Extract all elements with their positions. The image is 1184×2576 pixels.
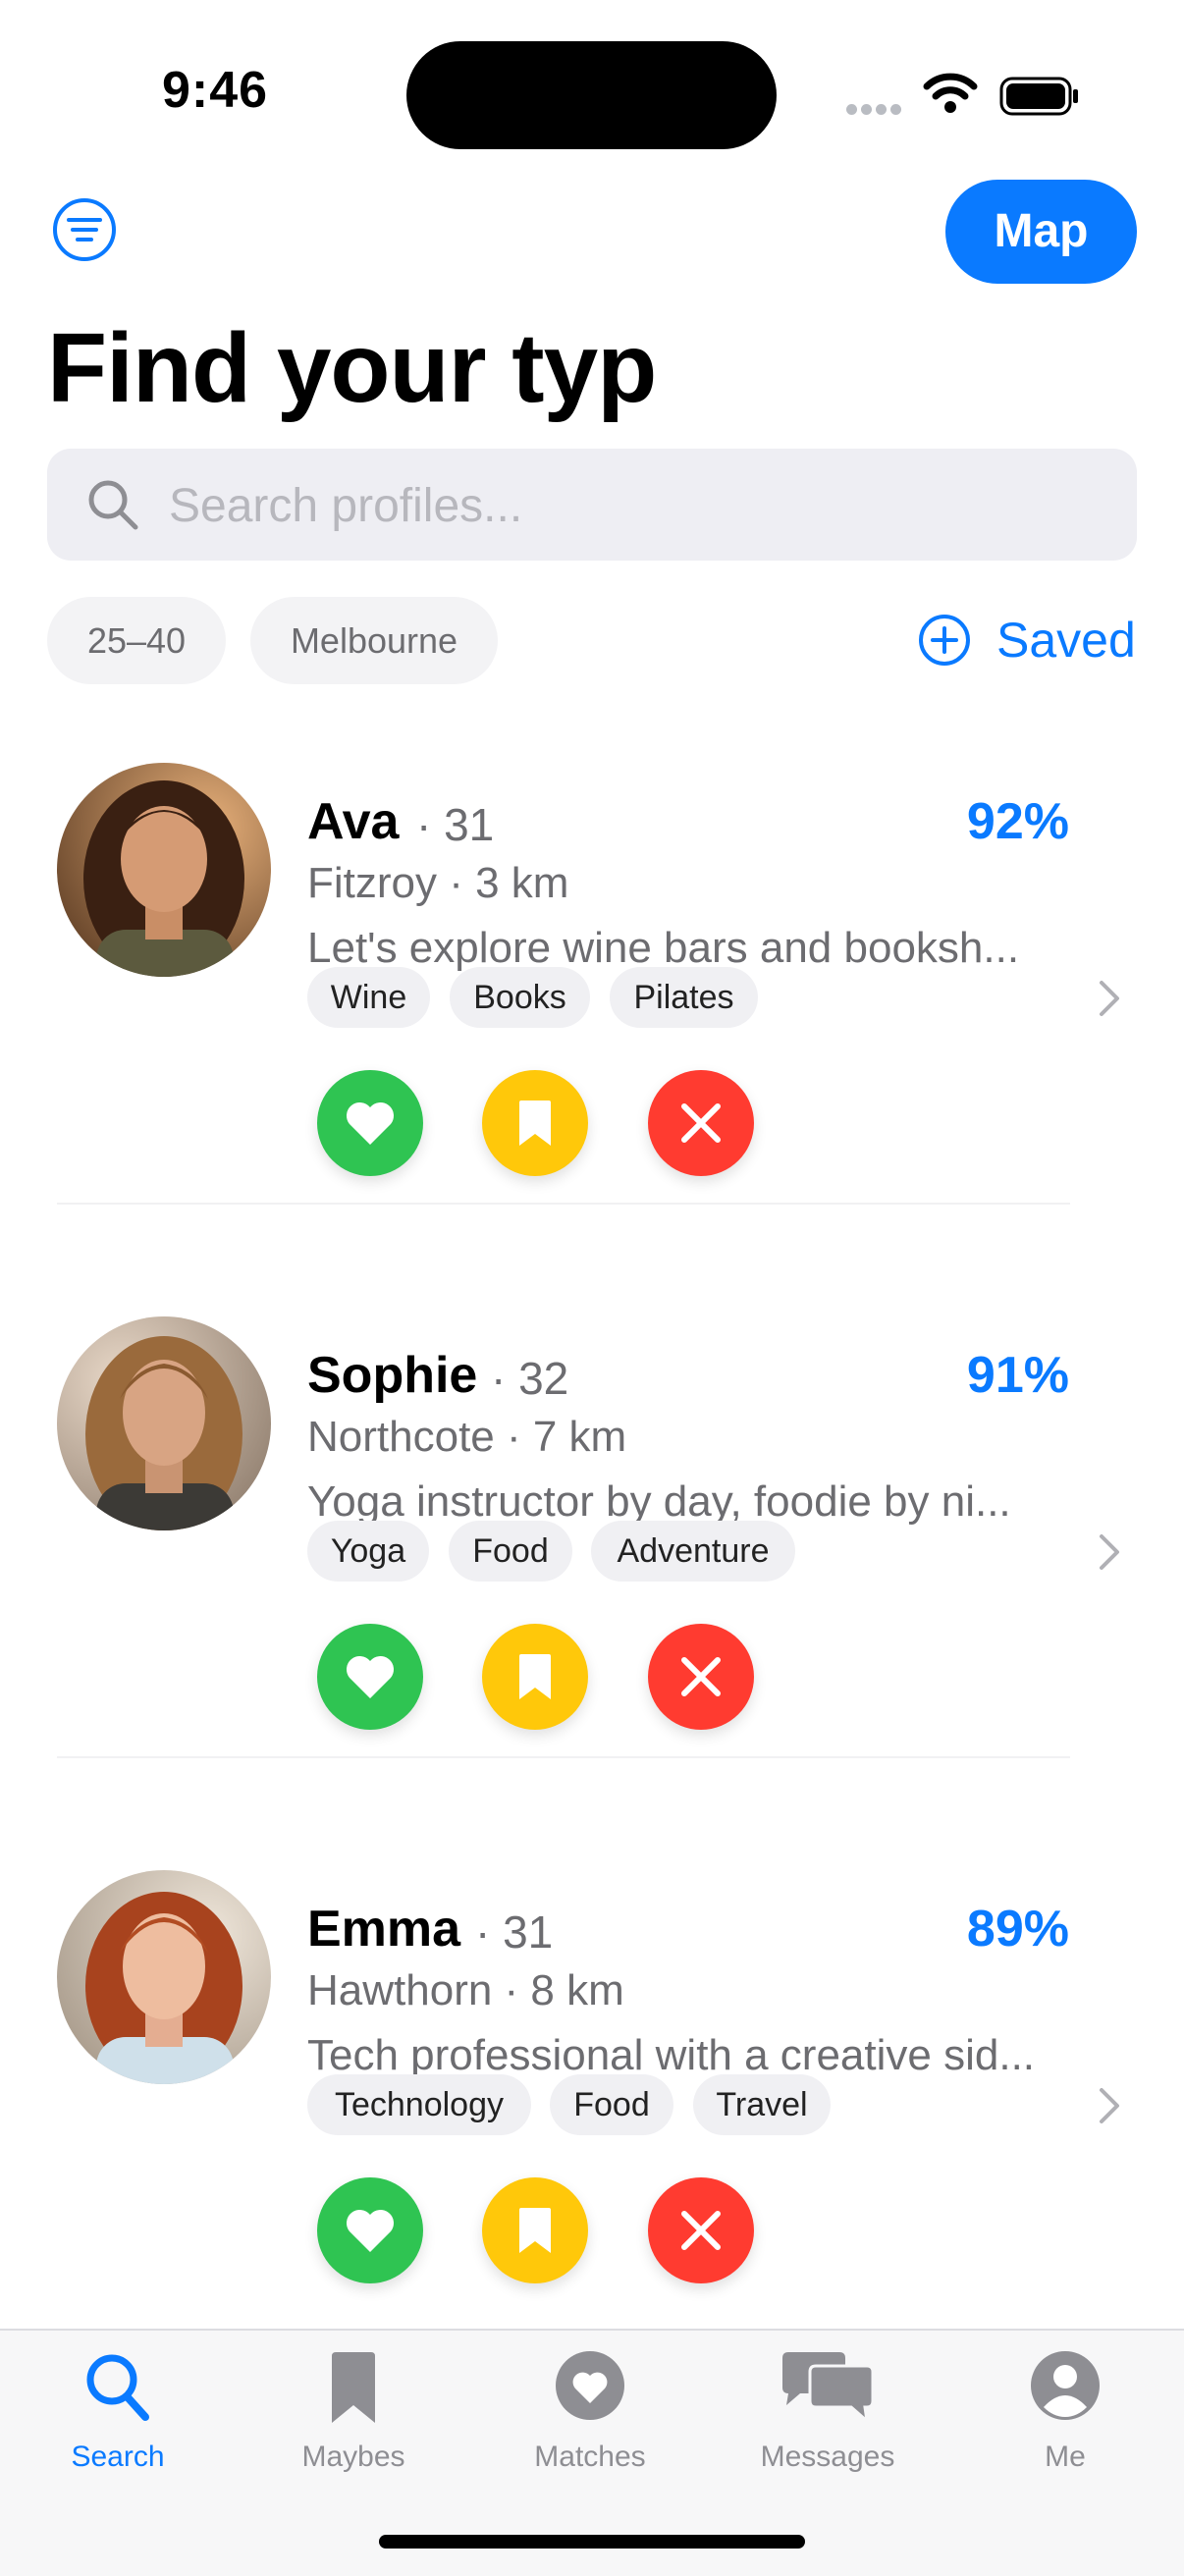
profile-name: Sophie (307, 1347, 478, 1404)
bookmark-icon (519, 1100, 551, 1146)
status-time: 9:46 (162, 62, 269, 119)
profile-age: · 31 (475, 1906, 554, 1958)
chat-bubbles-icon (782, 2352, 875, 2425)
wifi-icon (923, 73, 978, 113)
pass-button[interactable] (648, 1624, 754, 1730)
tab-label: Messages (760, 2441, 895, 2473)
heart-icon (346, 2209, 395, 2252)
match-percentage: 89% (966, 1901, 1069, 1958)
divider (57, 1756, 1070, 1758)
interest-tag: Food (550, 2074, 673, 2135)
heart-icon (556, 2351, 624, 2420)
profile-location: Fitzroy · 3 km (307, 859, 569, 907)
chevron-right-icon[interactable] (1098, 1532, 1121, 1572)
heart-icon (346, 1101, 395, 1145)
profile-card[interactable]: Ava · 31 92% Fitzroy · 3 km Let's explor… (0, 763, 1184, 1317)
interest-tag: Wine (307, 967, 430, 1028)
tab-matches[interactable]: Matches (472, 2331, 708, 2488)
location-filter[interactable]: Melbourne (250, 597, 498, 684)
home-indicator (379, 2535, 805, 2549)
heart-icon (346, 1655, 395, 1698)
map-button[interactable]: Map (945, 180, 1137, 284)
interest-tag: Technology (307, 2074, 531, 2135)
tab-maybes[interactable]: Maybes (236, 2331, 471, 2488)
chevron-right-icon[interactable] (1098, 2086, 1121, 2125)
filter-icon[interactable] (51, 196, 118, 263)
divider (57, 1203, 1070, 1205)
profile-location: Northcote · 7 km (307, 1413, 627, 1461)
like-button[interactable] (317, 1070, 423, 1176)
tab-label: Me (1045, 2441, 1086, 2473)
like-button[interactable] (317, 2177, 423, 2283)
pass-button[interactable] (648, 1070, 754, 1176)
person-icon (1031, 2351, 1100, 2420)
search-icon (86, 2354, 149, 2421)
avatar (57, 1870, 271, 2084)
interest-tag: Travel (693, 2074, 831, 2135)
page-title: Find your typ (47, 313, 657, 423)
cellular-signal-icon (846, 102, 907, 116)
match-percentage: 91% (966, 1347, 1069, 1404)
tab-label: Search (71, 2441, 165, 2473)
avatar (57, 763, 271, 977)
maybe-button[interactable] (482, 2177, 588, 2283)
profile-bio: Let's explore wine bars and booksh... (307, 924, 1020, 972)
tab-messages[interactable]: Messages (710, 2331, 945, 2488)
profile-card[interactable]: Sophie · 32 91% Northcote · 7 km Yoga in… (0, 1316, 1184, 1871)
interest-tag: Pilates (610, 967, 758, 1028)
close-icon (681, 1103, 721, 1143)
interest-tag: Food (449, 1521, 572, 1582)
search-bar[interactable] (47, 449, 1137, 563)
search-input[interactable] (167, 449, 1113, 563)
plus-circle-icon (919, 615, 970, 666)
battery-icon (999, 77, 1078, 116)
bookmark-icon (519, 2208, 551, 2253)
age-range-filter[interactable]: 25–40 (47, 597, 226, 684)
saved-label: Saved (996, 613, 1136, 668)
close-icon (681, 1657, 721, 1696)
dynamic-island (406, 41, 777, 149)
profile-name: Ava (307, 793, 400, 850)
search-icon (88, 480, 138, 530)
tab-search[interactable]: Search (0, 2331, 236, 2488)
profile-bio: Tech professional with a creative sid... (307, 2031, 1036, 2079)
profile-location: Hawthorn · 8 km (307, 1966, 624, 2014)
profile-age: · 31 (416, 799, 495, 850)
tab-me[interactable]: Me (947, 2331, 1183, 2488)
tab-label: Maybes (301, 2441, 405, 2473)
close-icon (681, 2211, 721, 2250)
pass-button[interactable] (648, 2177, 754, 2283)
bookmark-icon (332, 2352, 375, 2423)
like-button[interactable] (317, 1624, 423, 1730)
profile-bio: Yoga instructor by day, foodie by ni... (307, 1477, 1011, 1526)
interest-tag: Adventure (591, 1521, 795, 1582)
interest-tag: Yoga (307, 1521, 429, 1582)
maybe-button[interactable] (482, 1624, 588, 1730)
avatar (57, 1316, 271, 1530)
interest-tag: Books (450, 967, 590, 1028)
profile-age: · 32 (491, 1353, 569, 1404)
chevron-right-icon[interactable] (1098, 979, 1121, 1018)
tab-label: Matches (534, 2441, 646, 2473)
maybe-button[interactable] (482, 1070, 588, 1176)
profile-name: Emma (307, 1901, 461, 1958)
saved-button[interactable]: Saved (918, 601, 1136, 679)
bookmark-icon (519, 1654, 551, 1699)
match-percentage: 92% (966, 793, 1069, 850)
